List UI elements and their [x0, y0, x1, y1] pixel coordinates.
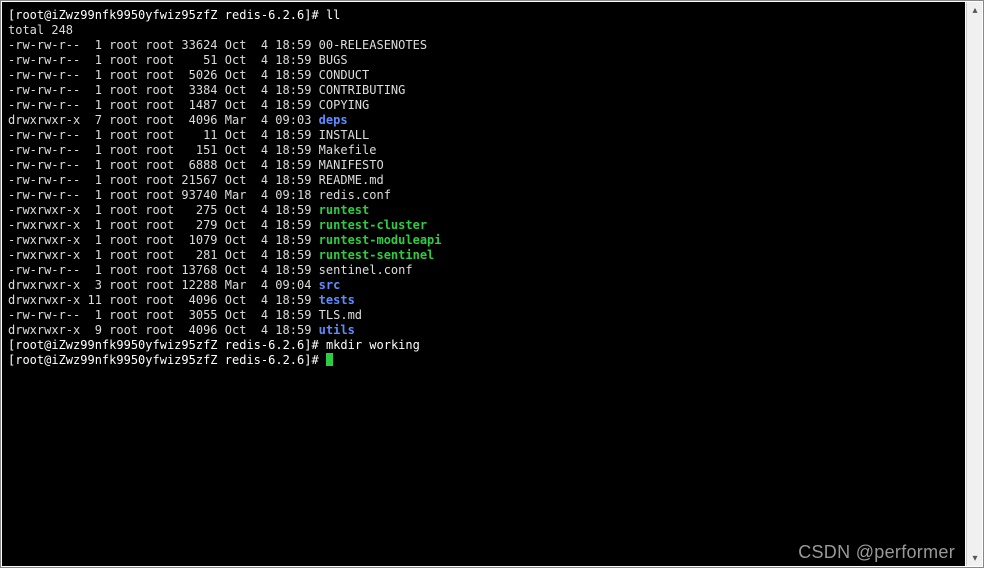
list-item: -rwxrwxr-x 1 root root 1079 Oct 4 18:59 …	[8, 233, 959, 248]
list-item: -rwxrwxr-x 1 root root 279 Oct 4 18:59 r…	[8, 218, 959, 233]
prompt-line-1: [root@iZwz99nfk9950yfwiz95zfZ redis-6.2.…	[8, 8, 959, 23]
cursor-block-icon	[326, 353, 333, 366]
folder-icon: utils	[319, 323, 355, 337]
list-item: -rw-rw-r-- 1 root root 13768 Oct 4 18:59…	[8, 263, 959, 278]
executable-icon: runtest-sentinel	[319, 248, 435, 262]
list-item: -rw-rw-r-- 1 root root 33624 Oct 4 18:59…	[8, 38, 959, 53]
terminal-pane[interactable]: [root@iZwz99nfk9950yfwiz95zfZ redis-6.2.…	[2, 2, 965, 566]
file-name: sentinel.conf	[319, 263, 413, 277]
file-name: BUGS	[319, 53, 348, 67]
list-item: drwxrwxr-x 3 root root 12288 Mar 4 09:04…	[8, 278, 959, 293]
total-line: total 248	[8, 23, 959, 38]
prompt-close: ]#	[304, 8, 318, 22]
list-item: -rw-rw-r-- 1 root root 3055 Oct 4 18:59 …	[8, 308, 959, 323]
file-name: README.md	[319, 173, 384, 187]
list-item: -rw-rw-r-- 1 root root 6888 Oct 4 18:59 …	[8, 158, 959, 173]
folder-icon: tests	[319, 293, 355, 307]
window-frame: [root@iZwz99nfk9950yfwiz95zfZ redis-6.2.…	[0, 0, 984, 568]
scroll-up-arrow-icon[interactable]: ▴	[967, 2, 983, 18]
list-item: -rw-rw-r-- 1 root root 151 Oct 4 18:59 M…	[8, 143, 959, 158]
file-name: CONDUCT	[319, 68, 370, 82]
scrollbar-vertical[interactable]: ▴ ▾	[966, 2, 982, 566]
command-ll: ll	[326, 8, 340, 22]
file-name: CONTRIBUTING	[319, 83, 406, 97]
executable-icon: runtest-cluster	[319, 218, 427, 232]
list-item: -rwxrwxr-x 1 root root 275 Oct 4 18:59 r…	[8, 203, 959, 218]
prompt-line-3: [root@iZwz99nfk9950yfwiz95zfZ redis-6.2.…	[8, 353, 959, 368]
list-item: -rwxrwxr-x 1 root root 281 Oct 4 18:59 r…	[8, 248, 959, 263]
list-item: -rw-rw-r-- 1 root root 3384 Oct 4 18:59 …	[8, 83, 959, 98]
list-item: -rw-rw-r-- 1 root root 11 Oct 4 18:59 IN…	[8, 128, 959, 143]
list-item: -rw-rw-r-- 1 root root 93740 Mar 4 09:18…	[8, 188, 959, 203]
executable-icon: runtest-moduleapi	[319, 233, 442, 247]
list-item: -rw-rw-r-- 1 root root 5026 Oct 4 18:59 …	[8, 68, 959, 83]
folder-icon: src	[319, 278, 341, 292]
list-item: -rw-rw-r-- 1 root root 1487 Oct 4 18:59 …	[8, 98, 959, 113]
folder-icon: deps	[319, 113, 348, 127]
prompt-userhost: root@iZwz99nfk9950yfwiz95zfZ	[15, 8, 217, 22]
file-name: redis.conf	[319, 188, 391, 202]
list-item: drwxrwxr-x 7 root root 4096 Mar 4 09:03 …	[8, 113, 959, 128]
file-name: TLS.md	[319, 308, 362, 322]
list-item: -rw-rw-r-- 1 root root 21567 Oct 4 18:59…	[8, 173, 959, 188]
prompt-line-2: [root@iZwz99nfk9950yfwiz95zfZ redis-6.2.…	[8, 338, 959, 353]
file-name: INSTALL	[319, 128, 370, 142]
file-name: COPYING	[319, 98, 370, 112]
list-item: drwxrwxr-x 9 root root 4096 Oct 4 18:59 …	[8, 323, 959, 338]
file-name: MANIFESTO	[319, 158, 384, 172]
scroll-down-arrow-icon[interactable]: ▾	[967, 550, 983, 566]
ls-listing: -rw-rw-r-- 1 root root 33624 Oct 4 18:59…	[8, 38, 959, 338]
file-name: 00-RELEASENOTES	[319, 38, 427, 52]
file-name: Makefile	[319, 143, 377, 157]
command-mkdir: mkdir working	[326, 338, 420, 352]
executable-icon: runtest	[319, 203, 370, 217]
prompt-path: redis-6.2.6	[225, 8, 304, 22]
list-item: -rw-rw-r-- 1 root root 51 Oct 4 18:59 BU…	[8, 53, 959, 68]
list-item: drwxrwxr-x 11 root root 4096 Oct 4 18:59…	[8, 293, 959, 308]
